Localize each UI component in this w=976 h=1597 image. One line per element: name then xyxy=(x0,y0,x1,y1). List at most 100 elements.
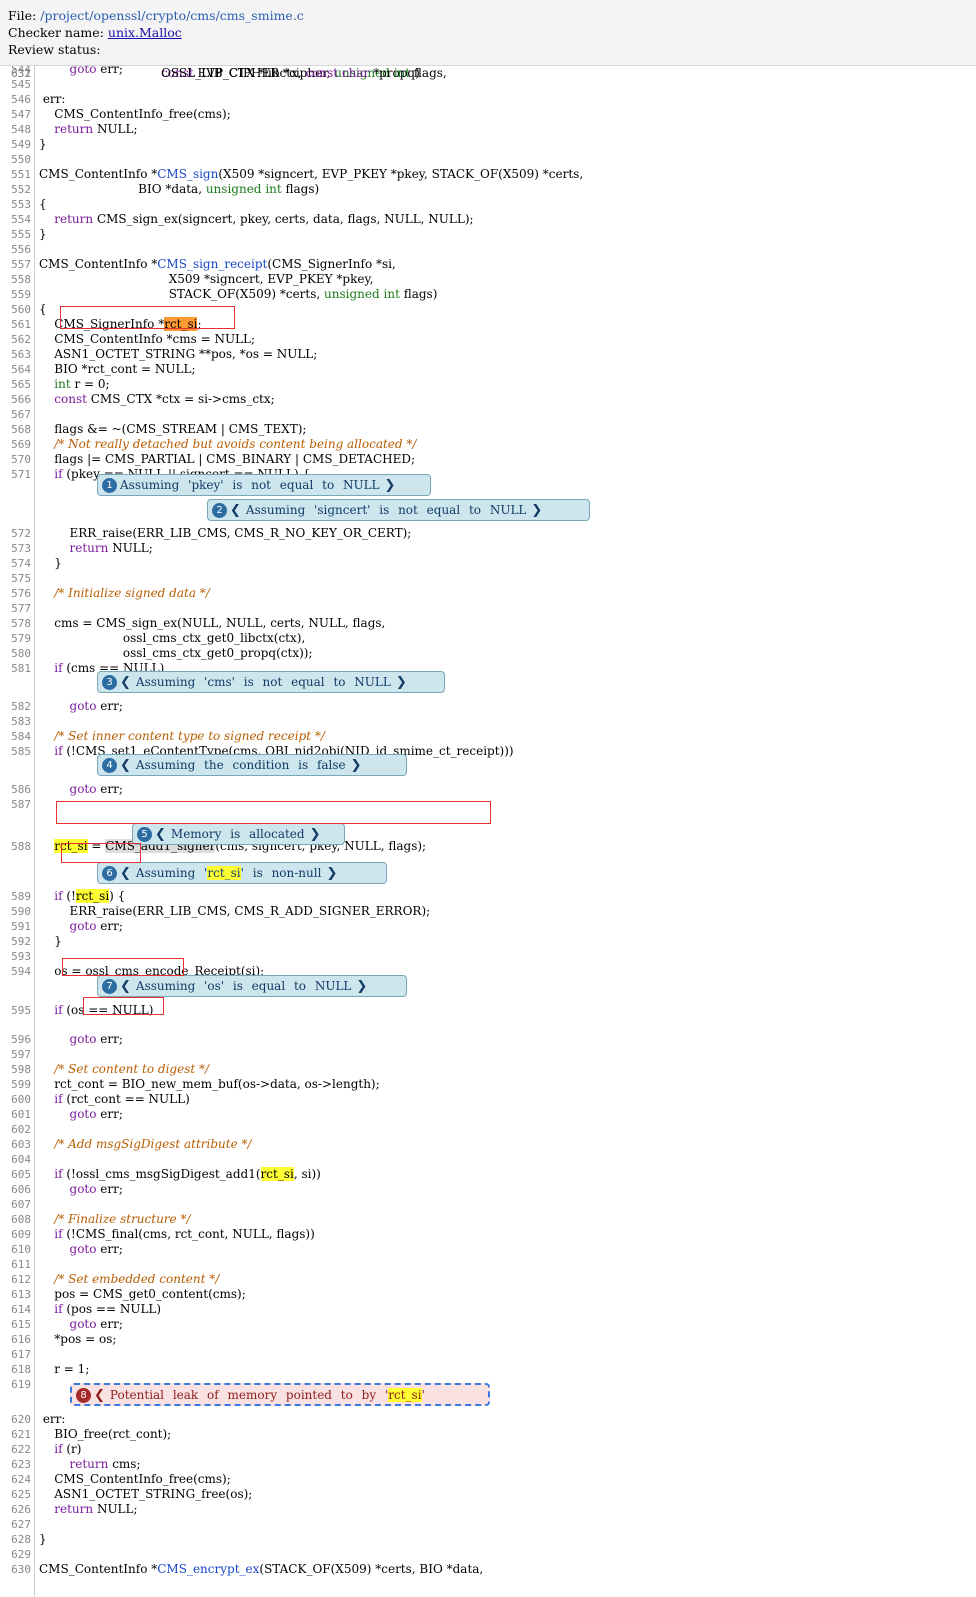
note-text: Assuming 'os' is equal to NULL xyxy=(135,979,352,993)
code-line-560: { xyxy=(39,302,47,316)
line-number-574: 574 xyxy=(11,557,31,570)
code-line-630: CMS_ContentInfo *CMS_encrypt_ex(STACK_OF… xyxy=(39,1562,484,1576)
code-line-590: ERR_raise(ERR_LIB_CMS, CMS_R_ADD_SIGNER_… xyxy=(39,904,431,918)
code-line-574: } xyxy=(39,556,62,570)
line-number-625: 625 xyxy=(11,1488,31,1501)
code-line-601: goto err; xyxy=(69,1107,123,1121)
line-number-593: 593 xyxy=(11,950,31,963)
code-line-548: return NULL; xyxy=(54,122,138,136)
code-line-612: /* Set embedded content */ xyxy=(54,1272,220,1286)
line-number-607: 607 xyxy=(11,1198,31,1211)
line-number-575: 575 xyxy=(11,572,31,585)
code-line-569: /* Not really detached but avoids conten… xyxy=(54,437,417,451)
step-number-badge: 2 xyxy=(212,503,227,518)
checker-name-link[interactable]: unix.Malloc xyxy=(108,25,182,40)
line-number-611: 611 xyxy=(11,1258,31,1271)
line-number-623: 623 xyxy=(11,1458,31,1471)
code-line-618: r = 1; xyxy=(39,1362,90,1376)
line-number-546: 546 xyxy=(11,93,31,106)
code-line-623: return cms; xyxy=(69,1457,141,1471)
step-number-badge: 4 xyxy=(102,758,117,773)
line-number-599: 599 xyxy=(11,1078,31,1091)
code-line-616: *pos = os; xyxy=(39,1332,117,1346)
code-line-568: flags &= ~(CMS_STREAM | CMS_TEXT); xyxy=(39,422,307,436)
line-number-605: 605 xyxy=(11,1168,31,1181)
code-line-565: int r = 0; xyxy=(54,377,110,391)
chevron-left-icon[interactable]: ❮ xyxy=(155,827,166,842)
code-line-558: X509 *signcert, EVP_PKEY *pkey, xyxy=(39,272,374,286)
chevron-left-icon[interactable]: ❮ xyxy=(120,758,131,773)
line-number-620: 620 xyxy=(11,1413,31,1426)
chevron-right-icon[interactable]: ❯ xyxy=(396,675,407,690)
code-line-554: return CMS_sign_ex(signcert, pkey, certs… xyxy=(54,212,474,226)
code-line-614: if (pos == NULL) xyxy=(54,1302,162,1316)
note-text: Assuming 'cms' is not equal to NULL xyxy=(135,675,391,689)
error-note-8[interactable]: 8 ❮ Potential leak of memory pointed to by… xyxy=(70,1383,490,1406)
line-number-571: 571 xyxy=(11,468,31,481)
chevron-left-icon[interactable]: ❮ xyxy=(230,503,241,518)
code-line-632: OSSL_LIB_CTX *libctx, const char *propq) xyxy=(39,66,420,80)
line-number-603: 603 xyxy=(11,1138,31,1151)
code-line-605: if (!ossl_cms_msgSigDigest_add1(rct_si, … xyxy=(54,1167,321,1181)
code-line-561: CMS_SignerInfo *rct_si; xyxy=(39,317,202,331)
line-number-600: 600 xyxy=(11,1093,31,1106)
path-event-note-4[interactable]: 4 ❮ Assuming the condition is false ❯ xyxy=(97,754,407,776)
chevron-right-icon[interactable]: ❯ xyxy=(326,866,337,881)
path-event-note-3[interactable]: 3 ❮ Assuming 'cms' is not equal to NULL ❯ xyxy=(97,671,445,693)
line-number-569: 569 xyxy=(11,438,31,451)
code-line-564: BIO *rct_cont = NULL; xyxy=(39,362,196,376)
line-number-553: 553 xyxy=(11,198,31,211)
line-number-554: 554 xyxy=(11,213,31,226)
line-number-548: 548 xyxy=(11,123,31,136)
line-number-622: 622 xyxy=(11,1443,31,1456)
code-line-592: } xyxy=(39,934,62,948)
line-number-587: 587 xyxy=(11,798,31,811)
file-path: /project/openssl/crypto/cms/cms_smime.c xyxy=(40,8,304,23)
code-line-624: CMS_ContentInfo_free(cms); xyxy=(39,1472,231,1486)
chevron-left-icon[interactable]: ❮ xyxy=(120,979,131,994)
code-line-563: ASN1_OCTET_STRING **pos, *os = NULL; xyxy=(39,347,318,361)
code-line-552: BIO *data, unsigned int flags) xyxy=(39,182,320,196)
line-number-566: 566 xyxy=(11,393,31,406)
line-number-550: 550 xyxy=(11,153,31,166)
chevron-right-icon[interactable]: ❯ xyxy=(356,979,367,994)
path-event-note-5[interactable]: 5 ❮ Memory is allocated ❯ xyxy=(132,823,345,845)
code-line-582: goto err; xyxy=(69,699,123,713)
line-number-555: 555 xyxy=(11,228,31,241)
code-line-589: if (!rct_si) { xyxy=(54,889,126,903)
line-number-590: 590 xyxy=(11,905,31,918)
chevron-right-icon[interactable]: ❯ xyxy=(531,503,542,518)
line-number-610: 610 xyxy=(11,1243,31,1256)
line-number-595: 595 xyxy=(11,1004,31,1017)
path-event-note-2[interactable]: 2 ❮ Assuming 'signcert' is not equal to NU… xyxy=(207,499,590,521)
review-status-label: Review status: xyxy=(8,42,101,57)
source-code-view[interactable]: 544 goto err; 545 546 err: 547 CMS_ContentI… xyxy=(0,66,976,1597)
chevron-right-icon[interactable]: ❯ xyxy=(310,827,321,842)
chevron-left-icon[interactable]: ❮ xyxy=(94,1388,105,1403)
chevron-left-icon[interactable]: ❮ xyxy=(120,866,131,881)
code-line-603: /* Add msgSigDigest attribute */ xyxy=(54,1137,252,1151)
path-event-note-1[interactable]: 1 Assuming 'pkey' is not equal to NULL ❯ xyxy=(97,474,431,496)
code-line-610: goto err; xyxy=(69,1242,123,1256)
file-label: File: xyxy=(8,8,37,23)
chevron-right-icon[interactable]: ❯ xyxy=(351,758,362,773)
line-number-597: 597 xyxy=(11,1048,31,1061)
code-line-557: CMS_ContentInfo *CMS_sign_receipt(CMS_Si… xyxy=(39,257,396,271)
code-line-608: /* Finalize structure */ xyxy=(54,1212,191,1226)
chevron-right-icon[interactable]: ❯ xyxy=(385,478,396,493)
line-number-559: 559 xyxy=(11,288,31,301)
chevron-left-icon[interactable]: ❮ xyxy=(120,675,131,690)
line-number-560: 560 xyxy=(11,303,31,316)
file-row: File: /project/openssl/crypto/cms/cms_sm… xyxy=(8,7,976,24)
code-line-620: err: xyxy=(39,1412,66,1426)
line-number-573: 573 xyxy=(11,542,31,555)
step-number-badge: 5 xyxy=(137,827,152,842)
checker-row: Checker name: unix.Malloc xyxy=(8,24,976,41)
code-line-586: goto err; xyxy=(69,782,123,796)
path-event-note-7[interactable]: 7 ❮ Assuming 'os' is equal to NULL ❯ xyxy=(97,975,407,997)
code-line-551: CMS_ContentInfo *CMS_sign(X509 *signcert… xyxy=(39,167,584,181)
path-event-note-6[interactable]: 6 ❮ Assuming 'rct_si' is non-null ❯ xyxy=(97,862,387,884)
line-number-579: 579 xyxy=(11,632,31,645)
code-line-606: goto err; xyxy=(69,1182,123,1196)
code-line-549: } xyxy=(39,137,47,151)
